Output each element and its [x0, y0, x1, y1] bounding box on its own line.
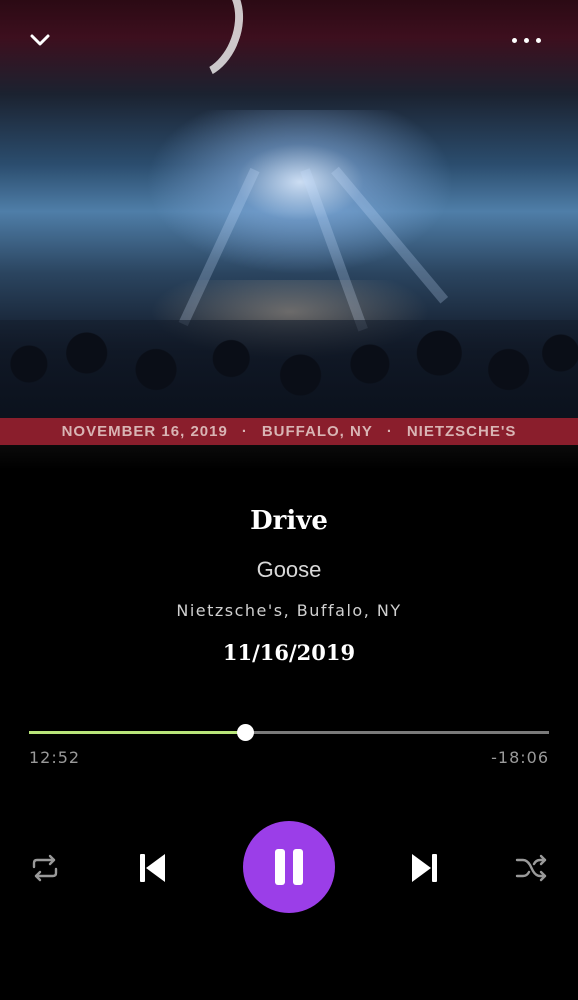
stage-lights [120, 110, 480, 290]
album-art-banner: NOVEMBER 16, 2019 · BUFFALO, NY · NIETZS… [0, 418, 578, 445]
track-title: Drive [250, 506, 328, 536]
repeat-icon [32, 854, 58, 882]
banner-separator: · [386, 423, 393, 440]
more-horizontal-icon [512, 38, 517, 43]
collapse-button[interactable] [26, 28, 54, 52]
more-horizontal-icon [536, 38, 541, 43]
more-options-button[interactable] [510, 28, 544, 52]
shuffle-button[interactable] [514, 852, 548, 884]
more-horizontal-icon [524, 38, 529, 43]
crowd [0, 320, 578, 430]
shuffle-icon [515, 854, 547, 882]
track-venue: Nietzsche's, Buffalo, NY [176, 601, 402, 620]
chevron-down-icon [30, 34, 50, 46]
skip-next-icon [412, 854, 437, 882]
progress-fill [29, 731, 245, 734]
next-track-button[interactable] [410, 851, 440, 885]
play-pause-button[interactable] [243, 821, 335, 913]
art-fade [0, 445, 578, 470]
banner-separator: · [241, 423, 248, 440]
remaining-time: -18:06 [491, 748, 549, 767]
progress-scrubber-handle[interactable] [236, 724, 254, 741]
banner-venue: NIETZSCHE'S [406, 423, 517, 440]
banner-date: NOVEMBER 16, 2019 [61, 423, 228, 440]
track-artist[interactable]: Goose [0, 557, 578, 583]
banner-city: BUFFALO, NY [261, 423, 373, 440]
elapsed-time: 12:52 [29, 748, 81, 767]
previous-track-button[interactable] [137, 851, 167, 885]
repeat-button[interactable] [28, 851, 62, 885]
album-art: NOVEMBER 16, 2019 · BUFFALO, NY · NIETZS… [0, 0, 578, 470]
progress-bar[interactable] [29, 724, 549, 741]
skip-previous-icon [140, 854, 165, 882]
show-date[interactable]: 11/16/2019 [0, 640, 578, 665]
band-logo [149, 0, 257, 91]
